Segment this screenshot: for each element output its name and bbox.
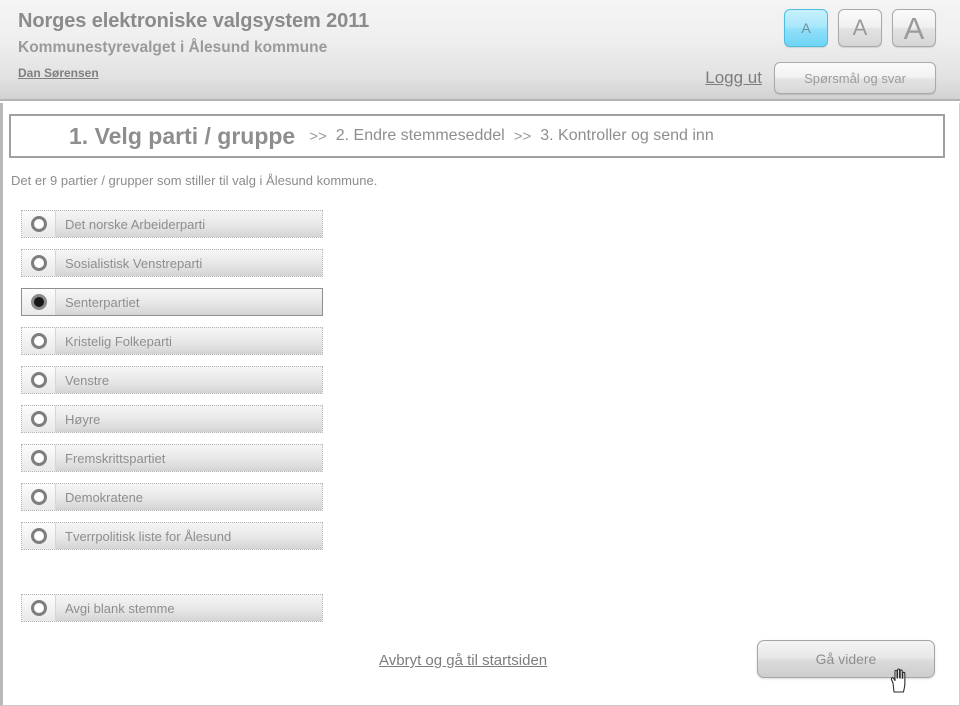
party-label: Høyre: [55, 406, 322, 432]
site-title: Norges elektroniske valgsystem 2011: [18, 10, 370, 32]
radio-button-icon[interactable]: [30, 255, 47, 271]
radio-button-icon[interactable]: [30, 450, 47, 466]
radio-button-icon[interactable]: [30, 528, 47, 544]
party-row[interactable]: Det norske Arbeiderparti: [21, 210, 323, 238]
blank-vote-section: Avgi blank stemme: [21, 594, 323, 633]
radio-cell[interactable]: [22, 328, 55, 354]
party-row[interactable]: Høyre: [21, 405, 323, 433]
font-size-large-label: A: [903, 10, 925, 46]
radio-cell[interactable]: [22, 406, 55, 432]
party-row[interactable]: Kristelig Folkeparti: [21, 327, 323, 355]
header-actions: Logg ut Spørsmål og svar: [705, 62, 936, 94]
radio-button-icon[interactable]: [30, 411, 47, 427]
party-row[interactable]: Fremskrittspartiet: [21, 444, 323, 472]
page-header: Norges elektroniske valgsystem 2011 Komm…: [0, 0, 960, 101]
party-row[interactable]: Venstre: [21, 366, 323, 394]
radio-cell[interactable]: [22, 445, 55, 471]
font-size-controls: A A A: [784, 9, 936, 47]
page-body: 1. Velg parti / gruppe >> 2. Endre stemm…: [0, 103, 960, 706]
radio-button-selected-icon[interactable]: [30, 294, 47, 310]
party-label: Sosialistisk Venstreparti: [55, 250, 322, 276]
faq-button-label: Spørsmål og svar: [804, 70, 906, 86]
party-row-selected[interactable]: Senterpartiet: [21, 288, 323, 316]
step-1-velg-parti[interactable]: 1. Velg parti / gruppe: [69, 123, 295, 150]
blank-vote-row[interactable]: Avgi blank stemme: [21, 594, 323, 622]
font-size-small-label: A: [801, 20, 811, 36]
step-separator-1: >>: [309, 127, 327, 145]
party-label: Venstre: [55, 367, 322, 393]
radio-cell[interactable]: [22, 211, 55, 237]
radio-button-icon[interactable]: [30, 489, 47, 505]
radio-button-icon[interactable]: [30, 600, 47, 616]
party-row[interactable]: Tverrpolitisk liste for Ålesund: [21, 522, 323, 550]
party-label: Fremskrittspartiet: [55, 445, 322, 471]
voting-page: Norges elektroniske valgsystem 2011 Komm…: [0, 0, 960, 706]
intro-text: Det er 9 partier / grupper som stiller t…: [11, 173, 378, 188]
radio-button-icon[interactable]: [30, 333, 47, 349]
next-button-label: Gå videre: [815, 651, 877, 667]
step-2-endre-stemmeseddel[interactable]: 2. Endre stemmeseddel: [336, 127, 505, 145]
radio-cell[interactable]: [22, 289, 55, 315]
next-button[interactable]: Gå videre: [757, 640, 935, 678]
header-titles: Norges elektroniske valgsystem 2011 Komm…: [18, 8, 369, 83]
party-list: Det norske Arbeiderparti Sosialistisk Ve…: [21, 210, 323, 561]
election-title: Kommunestyrevalget i Ålesund kommune: [18, 39, 328, 56]
radio-cell[interactable]: [22, 367, 55, 393]
user-name-link[interactable]: Dan Sørensen: [18, 63, 99, 83]
party-row[interactable]: Sosialistisk Venstreparti: [21, 249, 323, 277]
font-size-large-button[interactable]: A: [892, 9, 936, 47]
page-footer: Avbryt og gå til startsiden Gå videre: [3, 638, 960, 704]
party-label: Tverrpolitisk liste for Ålesund: [55, 523, 322, 549]
step-navigation: 1. Velg parti / gruppe >> 2. Endre stemm…: [9, 114, 945, 158]
party-row[interactable]: Demokratene: [21, 483, 323, 511]
faq-button[interactable]: Spørsmål og svar: [774, 62, 936, 94]
radio-cell[interactable]: [22, 250, 55, 276]
cancel-link[interactable]: Avbryt og gå til startsiden: [379, 652, 547, 669]
step-separator-2: >>: [513, 127, 532, 145]
radio-button-icon[interactable]: [30, 216, 47, 232]
party-label: Demokratene: [55, 484, 322, 510]
radio-cell[interactable]: [22, 595, 55, 621]
font-size-medium-button[interactable]: A: [838, 9, 882, 47]
party-label: Kristelig Folkeparti: [55, 328, 322, 354]
radio-cell[interactable]: [22, 523, 55, 549]
party-label: Det norske Arbeiderparti: [55, 211, 322, 237]
radio-cell[interactable]: [22, 484, 55, 510]
party-label: Senterpartiet: [55, 289, 322, 315]
font-size-medium-label: A: [852, 15, 868, 40]
radio-button-icon[interactable]: [30, 372, 47, 388]
step-3-kontroller-og-send-inn[interactable]: 3. Kontroller og send inn: [540, 127, 713, 145]
logout-link[interactable]: Logg ut: [705, 68, 762, 88]
blank-vote-label: Avgi blank stemme: [55, 595, 322, 621]
font-size-small-button[interactable]: A: [784, 9, 828, 47]
